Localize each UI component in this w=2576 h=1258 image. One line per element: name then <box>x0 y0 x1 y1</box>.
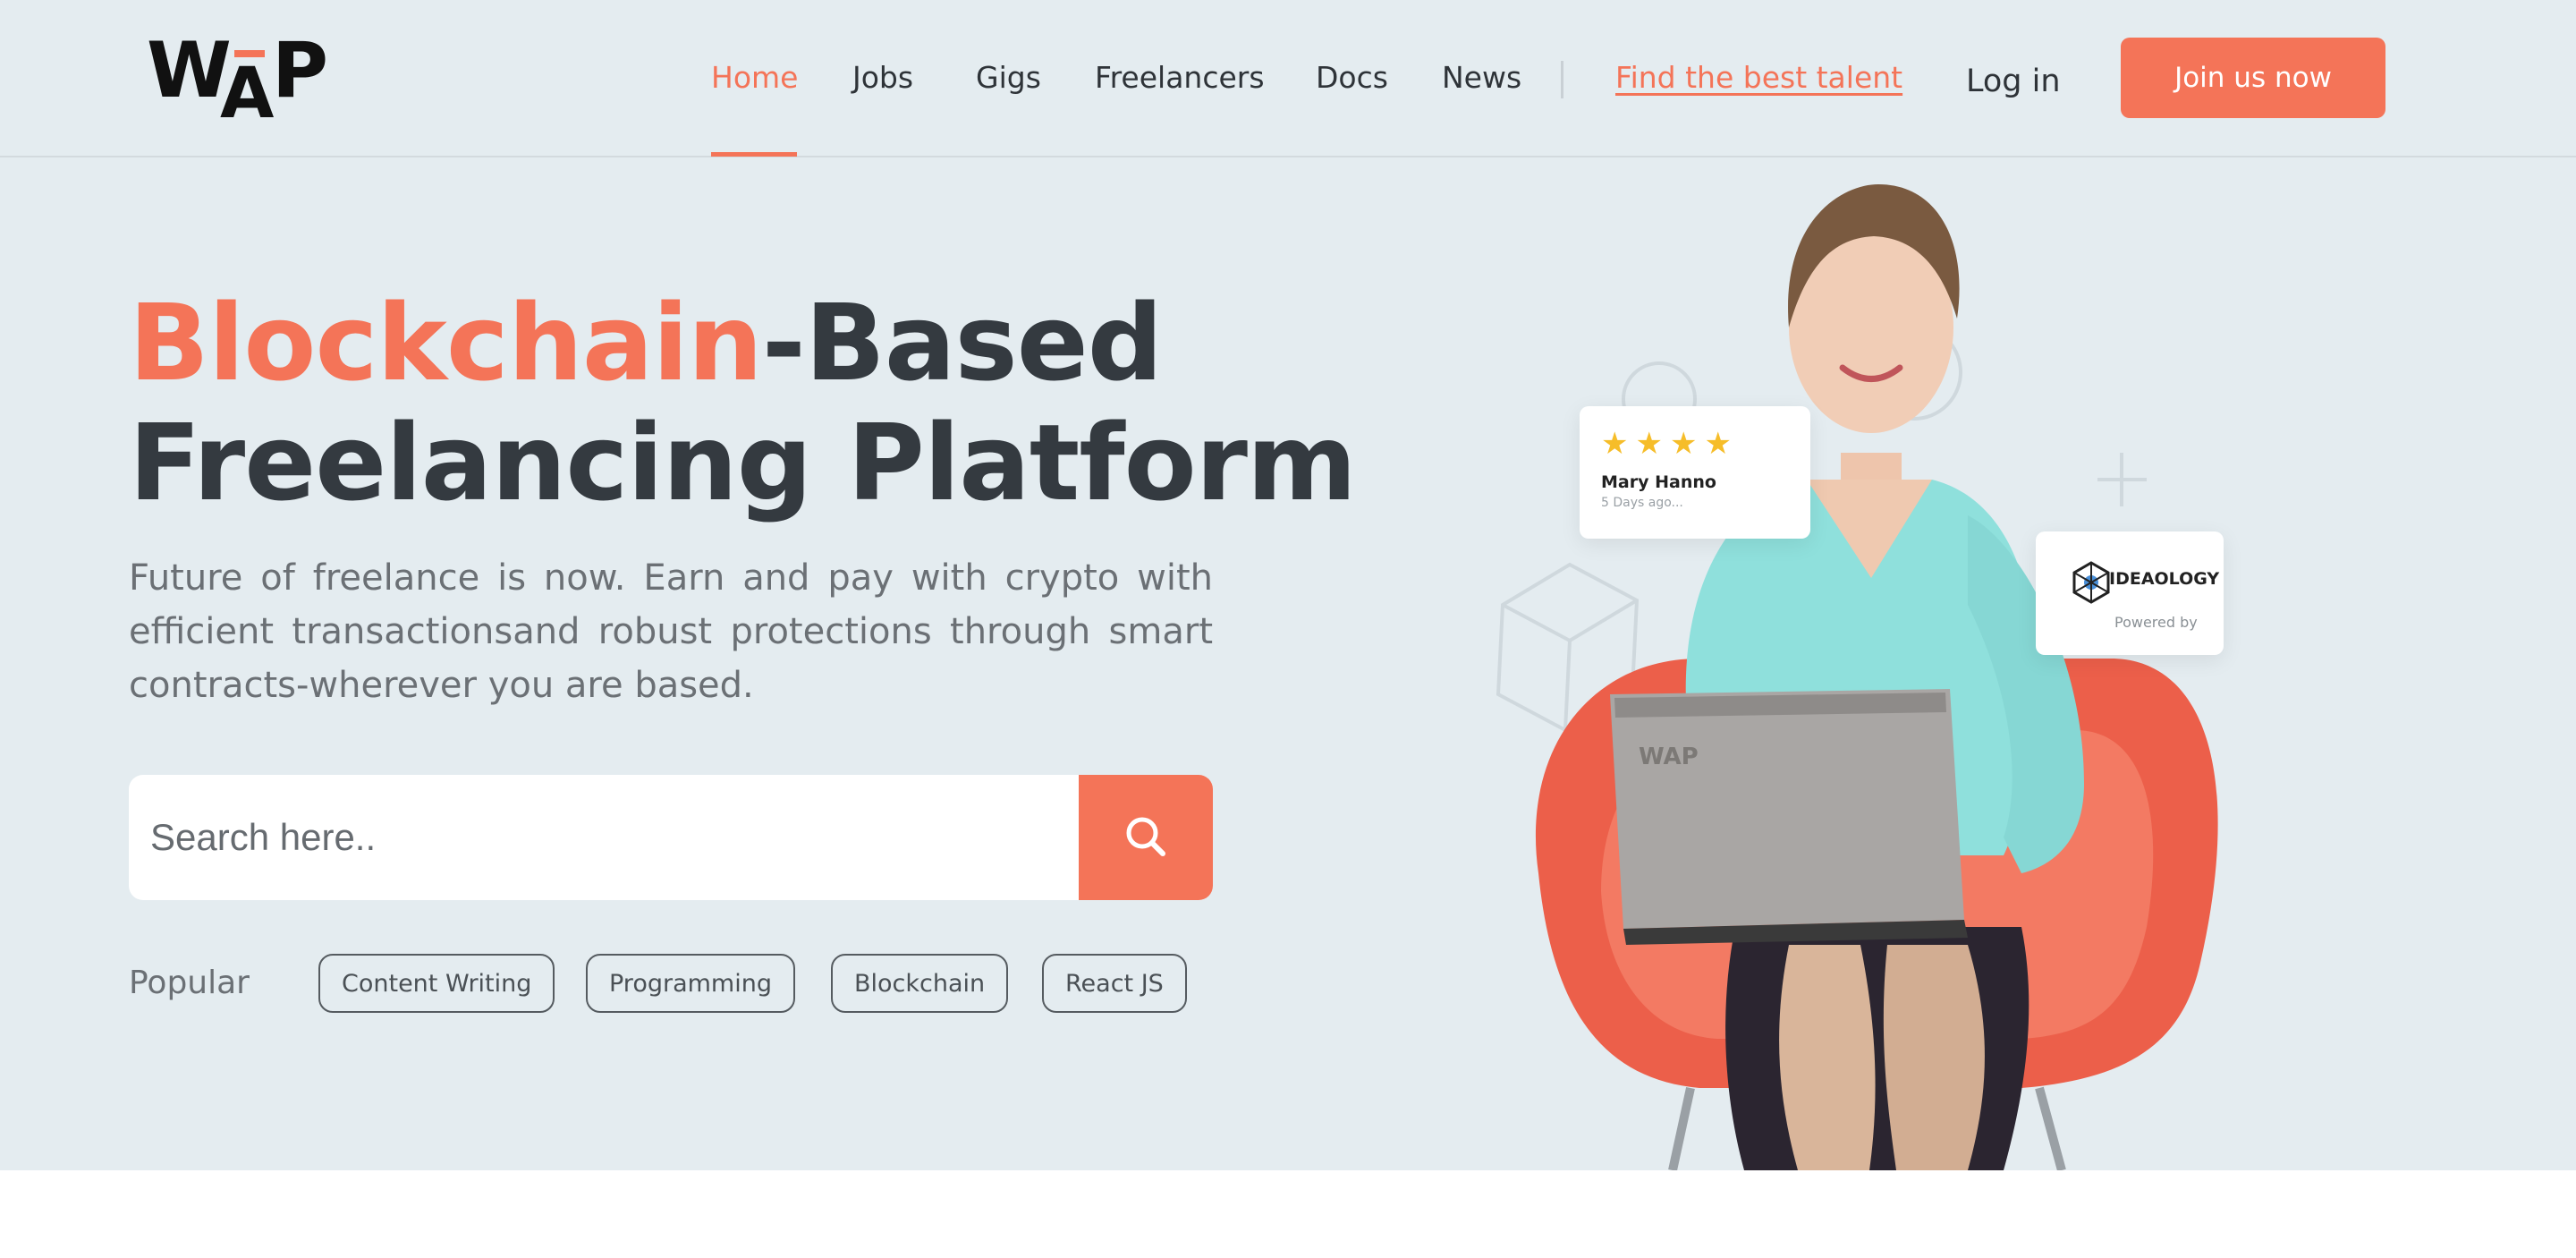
join-us-button[interactable]: Join us now <box>2121 38 2385 118</box>
nav-docs[interactable]: Docs <box>1316 55 1388 100</box>
brand-name: IDEAOLOGY <box>2109 569 2220 589</box>
laptop-illustration: WAP <box>1610 689 1968 945</box>
hero-section: Blockchain-Based Freelancing Platform Fu… <box>0 157 2576 1170</box>
search-icon <box>1126 817 1165 856</box>
search-box <box>129 775 1213 900</box>
popular-tag-programming[interactable]: Programming <box>586 954 795 1013</box>
site-header: W A P Home Jobs Gigs Freelancers Docs Ne… <box>0 0 2576 157</box>
woman-illustration <box>1685 184 2084 1170</box>
ideaology-logo-icon <box>2072 561 2110 604</box>
review-time: 5 Days ago... <box>1601 496 1683 510</box>
nav-news[interactable]: News <box>1442 55 1521 100</box>
popular-tag-react-js[interactable]: React JS <box>1042 954 1187 1013</box>
review-card: ★★★★ Mary Hanno 5 Days ago... <box>1580 406 1810 539</box>
nav-jobs[interactable]: Jobs <box>852 55 913 100</box>
hero-headline: Blockchain-Based Freelancing Platform <box>129 283 1381 523</box>
laptop-logo: WAP <box>1639 744 1699 770</box>
find-talent-link[interactable]: Find the best talent <box>1615 55 1902 100</box>
active-nav-indicator <box>711 152 797 157</box>
powered-by-card: IDEAOLOGY Powered by <box>2036 531 2224 655</box>
nav-divider <box>1561 61 1563 98</box>
nav-freelancers[interactable]: Freelancers <box>1095 55 1265 100</box>
search-button[interactable] <box>1079 775 1213 900</box>
nav-home[interactable]: Home <box>711 55 798 100</box>
reviewer-name: Mary Hanno <box>1601 472 1716 492</box>
powered-by-label: Powered by <box>2114 614 2198 631</box>
headline-rest: -Based <box>761 281 1163 404</box>
headline-line2: Freelancing Platform <box>129 401 1357 524</box>
search-input[interactable] <box>129 775 1079 900</box>
popular-tag-content-writing[interactable]: Content Writing <box>318 954 555 1013</box>
nav-gigs[interactable]: Gigs <box>976 55 1041 100</box>
hero-illustration: WAP <box>1496 184 2218 1170</box>
hero-subtext: Future of freelance is now. Earn and pay… <box>129 557 1213 706</box>
login-link[interactable]: Log in <box>1966 59 2061 104</box>
rating-stars-icon: ★★★★ <box>1601 426 1739 462</box>
page-below-fold <box>0 1170 2576 1258</box>
wap-logo[interactable]: W A P <box>147 32 333 129</box>
popular-tag-blockchain[interactable]: Blockchain <box>831 954 1009 1013</box>
popular-label: Popular <box>129 965 250 1001</box>
headline-accent: Blockchain <box>129 281 763 404</box>
